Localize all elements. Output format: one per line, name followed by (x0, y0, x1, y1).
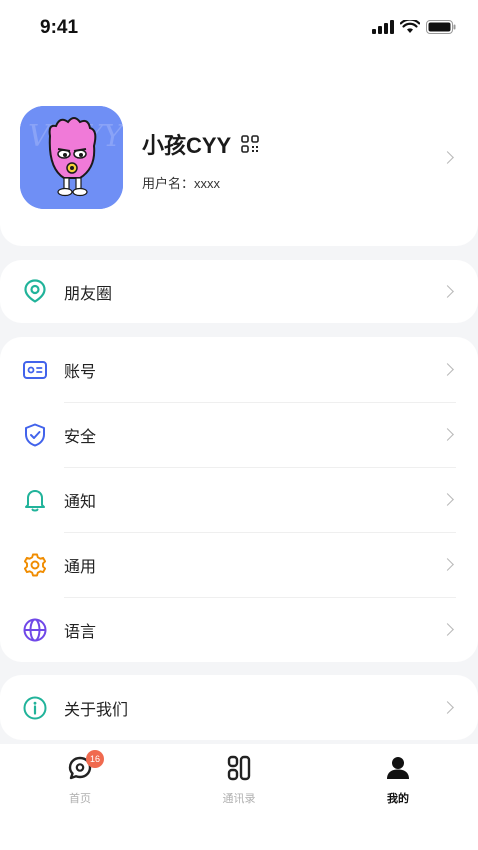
nickname-row: 小孩CYY (142, 128, 260, 160)
unread-badge: 16 (86, 750, 104, 768)
status-icons (372, 20, 456, 34)
bell-icon (25, 490, 45, 512)
profile-card[interactable]: VIRYY 小孩CYY (0, 60, 478, 246)
account-card-icon (23, 361, 47, 379)
globe-icon (23, 618, 47, 642)
menu-item-label: 通知 (64, 492, 97, 511)
chevron-right-icon (441, 363, 454, 376)
chevron-right-icon (441, 285, 454, 298)
chevron-right-icon (441, 623, 454, 636)
battery-icon (426, 20, 456, 34)
tab-contacts[interactable]: 通讯录 (199, 754, 279, 806)
tab-label: 首页 (69, 792, 91, 805)
menu-item-account[interactable]: 账号 (0, 337, 478, 402)
chevron-right-icon (441, 151, 454, 164)
menu-item-language[interactable]: 语言 (0, 597, 478, 662)
username: 用户名：xxxx (142, 176, 221, 191)
tab-label: 通讯录 (222, 792, 256, 805)
menu-item-label: 朋友圈 (64, 284, 113, 303)
menu-item-security[interactable]: 安全 (0, 402, 478, 467)
tab-me[interactable]: 我的 (358, 754, 438, 806)
chevron-right-icon (441, 428, 454, 441)
menu-item-label: 安全 (64, 427, 97, 446)
menu-item-label: 关于我们 (64, 700, 129, 719)
chevron-right-icon (441, 493, 454, 506)
person-icon (387, 757, 409, 779)
signal-icon (372, 20, 394, 34)
chevron-right-icon (441, 558, 454, 571)
avatar[interactable]: VIRYY (20, 106, 123, 209)
contacts-grid-icon (227, 755, 251, 781)
gear-icon (23, 553, 47, 577)
moments-icon (24, 279, 46, 303)
menu-item-notifications[interactable]: 通知 (0, 467, 478, 532)
qr-code-icon[interactable] (241, 135, 260, 153)
tab-bar: 16 首页 通讯录 我的 (0, 744, 478, 850)
menu-item-label: 语言 (64, 622, 97, 641)
menu-item-general[interactable]: 通用 (0, 532, 478, 597)
menu-item-label: 账号 (64, 362, 97, 381)
nickname: 小孩CYY (142, 133, 232, 158)
menu-item-about[interactable]: 关于我们 (0, 675, 478, 740)
chevron-right-icon (441, 701, 454, 714)
menu-group-moments: 朋友圈 (0, 260, 478, 323)
menu-group-about: 关于我们 (0, 675, 478, 740)
info-icon (23, 696, 47, 720)
tab-home[interactable]: 16 首页 (40, 750, 120, 806)
menu-item-moments[interactable]: 朋友圈 (0, 260, 478, 325)
tab-label: 我的 (387, 792, 409, 805)
status-bar: 9:41 (0, 0, 478, 60)
wifi-icon (400, 20, 420, 33)
shield-check-icon (25, 423, 45, 447)
menu-group-settings: 账号 安全 通知 通用 语言 (0, 337, 478, 662)
status-time: 9:41 (40, 17, 79, 38)
menu-item-label: 通用 (64, 557, 97, 576)
